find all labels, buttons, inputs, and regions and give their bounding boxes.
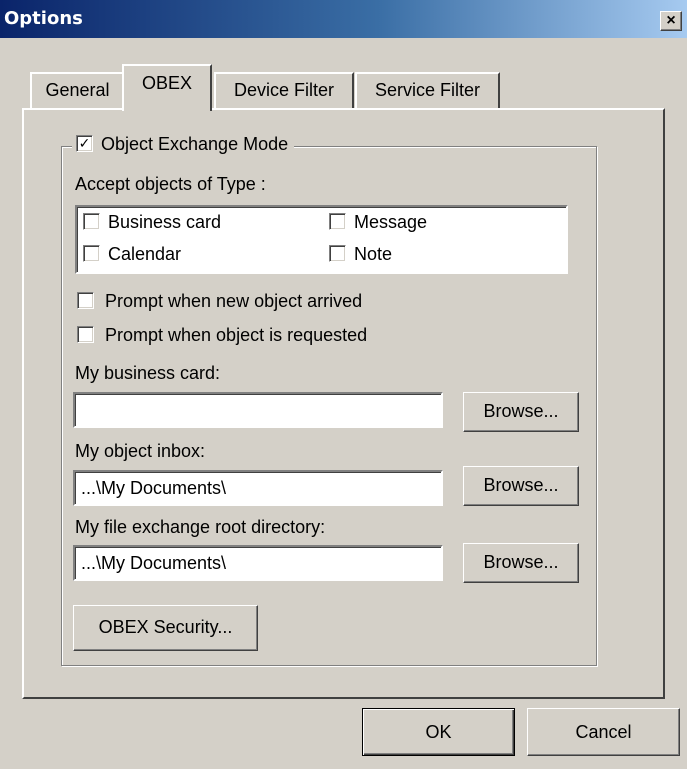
root-directory-field[interactable]: ...\My Documents\ (73, 545, 443, 581)
object-inbox-label: My object inbox: (75, 441, 206, 461)
accept-types-label: Accept objects of Type : (75, 174, 266, 194)
tab-label: OBEX (141, 73, 193, 93)
business-card-field[interactable] (73, 392, 443, 428)
checkbox-label: Calendar (108, 244, 182, 264)
checkbox-label: Note (354, 244, 393, 264)
check-mark-icon: ✓ (78, 134, 91, 151)
title-bar[interactable]: Options × (0, 0, 687, 38)
tab-service-filter[interactable]: Service Filter (355, 72, 500, 110)
checkbox-box[interactable] (77, 325, 94, 343)
obex-security-button[interactable]: OBEX Security... (73, 605, 258, 651)
checkbox-label: Prompt when object is requested (105, 325, 368, 345)
checkbox-box[interactable] (83, 244, 100, 262)
tab-device-filter[interactable]: Device Filter (214, 72, 354, 110)
prompt-requested-checkbox[interactable]: Prompt when object is requested (77, 325, 367, 346)
ok-button[interactable]: OK (362, 708, 515, 756)
root-directory-browse-button[interactable]: Browse... (463, 543, 579, 583)
tab-obex[interactable]: OBEX (122, 64, 212, 111)
checkbox-label: Business card (108, 212, 222, 232)
object-inbox-browse-button[interactable]: Browse... (463, 466, 579, 506)
type-business-card-checkbox[interactable]: Business card (83, 212, 221, 233)
checkbox-box[interactable] (77, 291, 94, 309)
cancel-button[interactable]: Cancel (527, 708, 680, 756)
checkbox-box[interactable]: ✓ (76, 134, 93, 152)
prompt-arrived-checkbox[interactable]: Prompt when new object arrived (77, 291, 362, 312)
close-button[interactable]: × (660, 11, 682, 31)
options-dialog: Options × General OBEX Device Filter Ser… (0, 0, 687, 769)
tab-label: Service Filter (374, 80, 481, 100)
object-exchange-mode-checkbox[interactable]: ✓ Object Exchange Mode (72, 134, 295, 160)
checkbox-label: Prompt when new object arrived (105, 291, 363, 311)
checkbox-label: Message (354, 212, 428, 232)
tab-general[interactable]: General (30, 72, 125, 110)
checkbox-box[interactable] (329, 244, 346, 262)
business-card-browse-button[interactable]: Browse... (463, 392, 579, 432)
tab-label: General (45, 80, 110, 100)
checkbox-box[interactable] (329, 212, 346, 230)
type-note-checkbox[interactable]: Note (329, 244, 392, 265)
type-calendar-checkbox[interactable]: Calendar (83, 244, 181, 265)
object-inbox-field[interactable]: ...\My Documents\ (73, 470, 443, 506)
tab-label: Device Filter (233, 80, 335, 100)
window-title: Options (4, 8, 83, 29)
close-icon: × (666, 12, 676, 29)
business-card-label: My business card: (75, 363, 221, 383)
root-directory-label: My file exchange root directory: (75, 517, 326, 537)
checkbox-box[interactable] (83, 212, 100, 230)
checkbox-label: Object Exchange Mode (101, 134, 289, 154)
type-message-checkbox[interactable]: Message (329, 212, 427, 233)
